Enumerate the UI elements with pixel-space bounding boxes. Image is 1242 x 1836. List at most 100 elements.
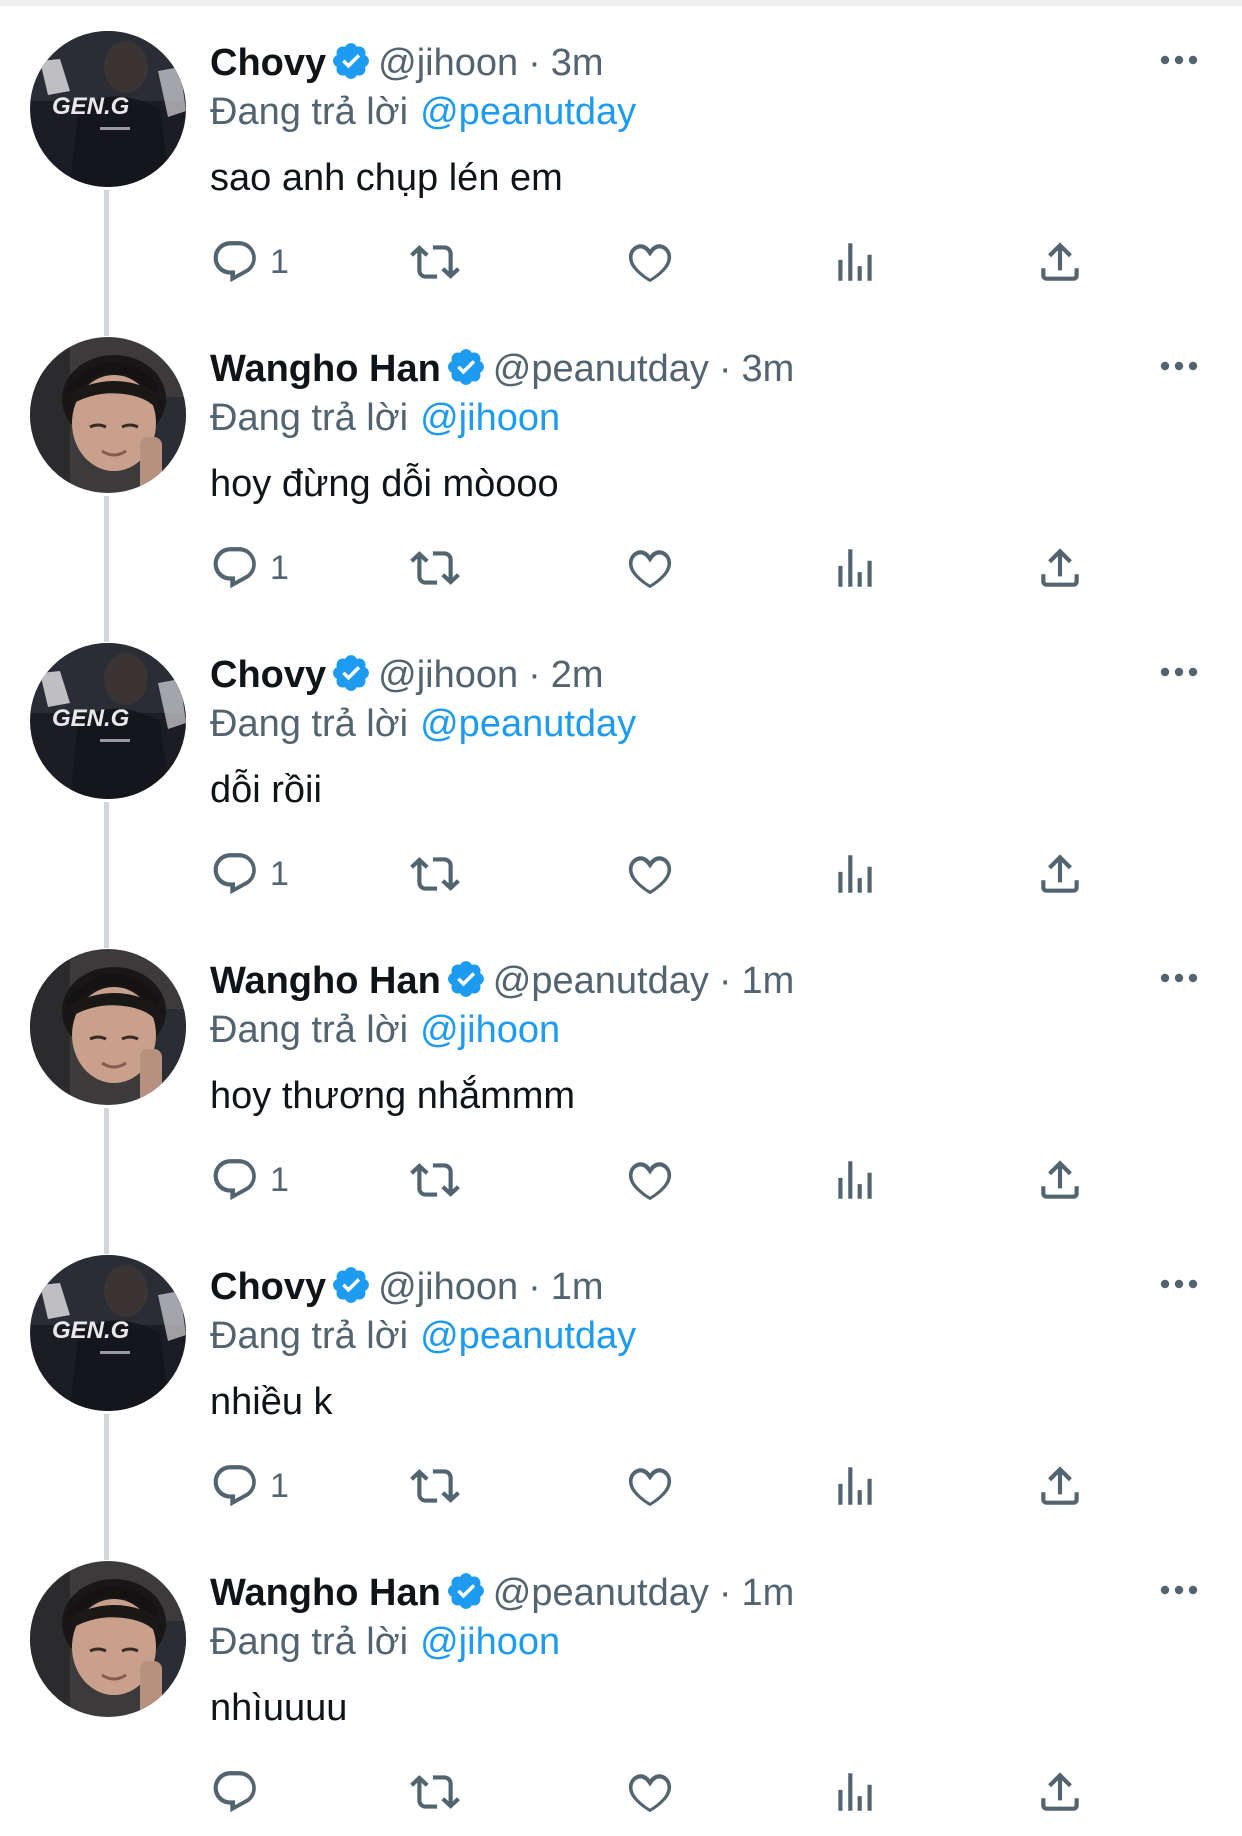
reply-mention-link[interactable]: @jihoon [420, 1621, 560, 1663]
timestamp[interactable]: 1m [742, 1572, 795, 1614]
more-icon[interactable] [1158, 1570, 1200, 1610]
reply-button[interactable]: 1 [210, 844, 289, 904]
reply-button[interactable] [210, 1762, 270, 1822]
tweet[interactable]: Wangho Han @peanutday · 1m Đang trả lời @jih… [0, 918, 1242, 1224]
handle[interactable]: @peanutday [493, 1572, 709, 1614]
separator-dot: · [718, 1572, 732, 1614]
avatar-image: GEN.G [30, 643, 186, 799]
handle[interactable]: @jihoon [378, 1266, 518, 1308]
share-button[interactable] [1035, 232, 1085, 292]
share-button[interactable] [1035, 1150, 1085, 1210]
handle[interactable]: @jihoon [378, 654, 518, 696]
retweet-button[interactable] [410, 844, 460, 904]
reply-mention-link[interactable]: @jihoon [420, 1009, 560, 1051]
more-icon[interactable] [1158, 346, 1200, 386]
timestamp[interactable]: 1m [551, 1266, 604, 1308]
views-button[interactable] [830, 844, 880, 904]
replying-to: Đang trả lời @peanutday [210, 699, 636, 749]
verified-badge-icon [447, 349, 484, 385]
display-name[interactable]: Wangho Han [210, 348, 441, 390]
more-icon[interactable] [1158, 958, 1200, 998]
timestamp[interactable]: 3m [742, 348, 795, 390]
tweet[interactable]: Wangho Han @peanutday · 3m Đang trả lời @jih… [0, 306, 1242, 612]
views-icon [838, 855, 872, 893]
tweet-actions: 1 [210, 538, 1110, 598]
like-button[interactable] [625, 538, 675, 598]
tweet[interactable]: Wangho Han @peanutday · 1m Đang trả lời @jih… [0, 1530, 1242, 1836]
like-button[interactable] [625, 1150, 675, 1210]
share-button[interactable] [1035, 538, 1085, 598]
reply-mention-link[interactable]: @peanutday [420, 703, 636, 745]
views-button[interactable] [830, 1150, 880, 1210]
display-name[interactable]: Wangho Han [210, 960, 441, 1002]
replying-to-label: Đang trả lời [210, 1009, 409, 1051]
avatar-image [30, 337, 186, 493]
retweet-button[interactable] [410, 538, 460, 598]
tweet-text: nhìuuuu [210, 1687, 348, 1729]
retweet-button[interactable] [410, 1762, 460, 1822]
replying-to: Đang trả lời @jihoon [210, 1005, 560, 1055]
avatar[interactable]: GEN.G [30, 643, 186, 799]
avatar[interactable]: GEN.G [30, 1255, 186, 1411]
handle[interactable]: @jihoon [378, 42, 518, 84]
like-icon [628, 1774, 672, 1813]
reply-mention-link[interactable]: @jihoon [420, 397, 560, 439]
reply-button[interactable]: 1 [210, 232, 289, 292]
avatar[interactable] [30, 1561, 186, 1717]
replying-to: Đang trả lời @jihoon [210, 1617, 560, 1667]
handle[interactable]: @peanutday [493, 960, 709, 1002]
tweet-text: sao anh chụp lén em [210, 157, 563, 199]
views-icon [838, 1161, 872, 1199]
reply-button[interactable]: 1 [210, 1150, 289, 1210]
like-button[interactable] [625, 844, 675, 904]
avatar[interactable] [30, 337, 186, 493]
reply-count: 1 [270, 1160, 289, 1199]
display-name[interactable]: Chovy [210, 1266, 326, 1308]
retweet-button[interactable] [410, 1150, 460, 1210]
views-button[interactable] [830, 538, 880, 598]
reply-mention-link[interactable]: @peanutday [420, 1315, 636, 1357]
share-button[interactable] [1035, 1456, 1085, 1516]
views-button[interactable] [830, 1762, 880, 1822]
like-button[interactable] [625, 1456, 675, 1516]
replying-to-label: Đang trả lời [210, 91, 409, 133]
reply-button[interactable]: 1 [210, 1456, 289, 1516]
reply-mention-link[interactable]: @peanutday [420, 91, 636, 133]
like-button[interactable] [625, 1762, 675, 1822]
replying-to-label: Đang trả lời [210, 703, 409, 745]
like-button[interactable] [625, 232, 675, 292]
like-icon [628, 1162, 672, 1201]
separator-dot: · [528, 1266, 541, 1308]
verified-badge-icon [447, 961, 484, 997]
more-icon[interactable] [1158, 652, 1200, 692]
tweet[interactable]: GEN.G Chovy @jihoon · 3m Đang trả lời @peanu… [0, 0, 1242, 306]
avatar[interactable] [30, 949, 186, 1105]
more-icon[interactable] [1158, 40, 1200, 80]
handle[interactable]: @peanutday [493, 348, 709, 390]
tweet-header: Chovy @jihoon · 2m [210, 650, 604, 700]
avatar[interactable]: GEN.G [30, 31, 186, 187]
more-icon[interactable] [1158, 1264, 1200, 1304]
display-name[interactable]: Chovy [210, 654, 326, 696]
timestamp[interactable]: 3m [551, 42, 604, 84]
views-button[interactable] [830, 232, 880, 292]
verified-badge-icon [333, 43, 370, 79]
tweet-actions: 1 [210, 844, 1110, 904]
share-button[interactable] [1035, 1762, 1085, 1822]
tweet[interactable]: GEN.G Chovy @jihoon · 2m Đang trả lời @peanu… [0, 612, 1242, 918]
reply-icon [213, 1771, 256, 1813]
avatar-logo-text: GEN.G [52, 705, 129, 732]
display-name[interactable]: Wangho Han [210, 1572, 441, 1614]
timestamp[interactable]: 2m [551, 654, 604, 696]
display-name[interactable]: Chovy [210, 42, 326, 84]
timestamp[interactable]: 1m [742, 960, 795, 1002]
share-button[interactable] [1035, 844, 1085, 904]
retweet-button[interactable] [410, 1456, 460, 1516]
avatar-image [30, 949, 186, 1105]
retweet-button[interactable] [410, 232, 460, 292]
tweet[interactable]: GEN.G Chovy @jihoon · 1m Đang trả lời @peanu… [0, 1224, 1242, 1530]
tweet-header: Wangho Han @peanutday · 3m [210, 344, 794, 394]
tweet-header: Chovy @jihoon · 3m [210, 38, 604, 88]
reply-button[interactable]: 1 [210, 538, 289, 598]
views-button[interactable] [830, 1456, 880, 1516]
